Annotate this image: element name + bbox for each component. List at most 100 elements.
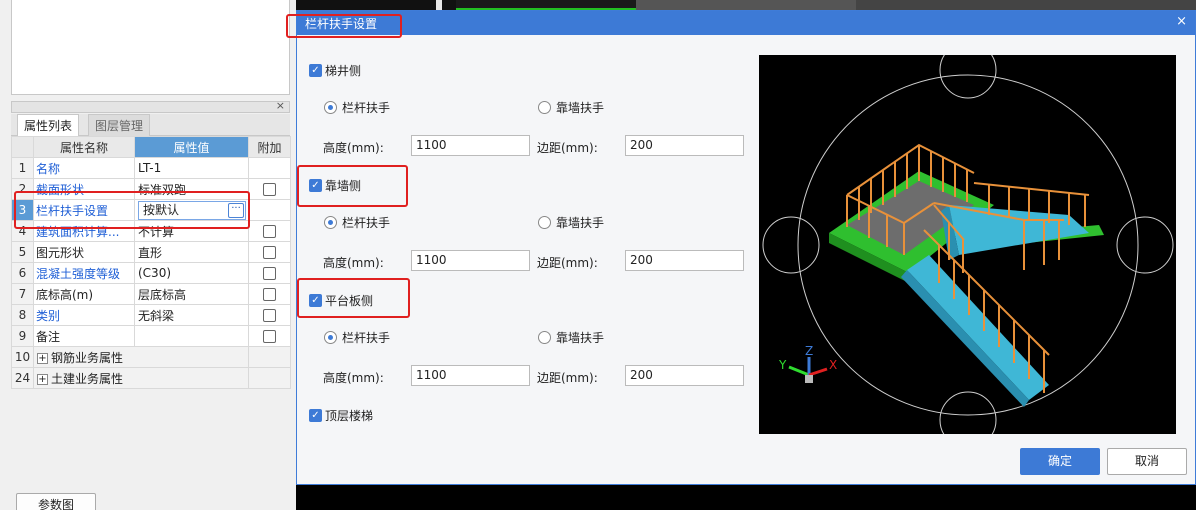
extra-cell (248, 283, 291, 305)
property-value[interactable]: LT-1 (134, 157, 249, 179)
checkbox-label: 靠墙侧 (325, 179, 362, 193)
group-label[interactable]: 钢筋业务属性 (51, 351, 123, 365)
extra-cell (248, 199, 291, 221)
table-row[interactable]: 5 图元形状 直形 (11, 241, 291, 263)
header-property-name[interactable]: 属性名称 (33, 136, 135, 158)
radio-unselected-icon (538, 216, 551, 229)
orbit-handle-left[interactable] (762, 216, 820, 274)
radio-unselected-icon (538, 101, 551, 114)
property-value[interactable]: 直形 (134, 241, 249, 263)
top-floor-stair-checkbox[interactable]: ✓ 顶层楼梯 (309, 407, 373, 424)
radio-label: 靠墙扶手 (556, 101, 605, 115)
stairwell-side-checkbox[interactable]: ✓ 梯井侧 (309, 62, 361, 79)
property-value[interactable]: 无斜梁 (134, 304, 249, 326)
table-header-row: 属性名称 属性值 附加 (11, 136, 291, 158)
more-options-button[interactable]: ··· (228, 202, 244, 218)
wall-wall-handrail-radio[interactable]: 靠墙扶手 (538, 214, 604, 231)
table-row[interactable]: 4 建筑面积计算... 不计算 (11, 220, 291, 242)
height-label: 高度(mm): (323, 371, 384, 385)
checkbox-label: 平台板侧 (325, 294, 374, 308)
extra-cell (248, 241, 291, 263)
extra-checkbox[interactable] (263, 330, 276, 343)
group-label[interactable]: 土建业务属性 (51, 372, 123, 386)
parameter-diagram-button[interactable]: 参数图 (16, 493, 96, 510)
extra-cell (248, 346, 291, 368)
extra-checkbox[interactable] (263, 288, 276, 301)
header-property-value[interactable]: 属性值 (134, 136, 249, 158)
viewport-background (296, 0, 1196, 10)
extra-checkbox[interactable] (263, 309, 276, 322)
wall-railing-radio[interactable]: 栏杆扶手 (324, 214, 390, 231)
radio-unselected-icon (538, 331, 551, 344)
property-name[interactable]: 截面形状 (33, 178, 135, 200)
axis-gizmo-icon: Y Z X (778, 344, 837, 383)
table-row[interactable]: 8 类别 无斜梁 (11, 304, 291, 326)
orbit-handle-bottom[interactable] (939, 391, 997, 449)
property-name[interactable]: 栏杆扶手设置 (33, 199, 135, 221)
property-value[interactable]: 层底标高 (134, 283, 249, 305)
ok-button[interactable]: 确定 (1020, 448, 1100, 475)
stairwell-railing-radio[interactable]: 栏杆扶手 (324, 99, 390, 116)
radio-label: 栏杆扶手 (342, 101, 391, 115)
property-name[interactable]: 建筑面积计算... (33, 220, 135, 242)
property-name[interactable]: 名称 (33, 157, 135, 179)
property-value[interactable]: (C30) (134, 262, 249, 284)
extra-checkbox[interactable] (263, 225, 276, 238)
checkbox-checked-icon: ✓ (309, 409, 322, 422)
table-row[interactable]: 7 底标高(m) 层底标高 (11, 283, 291, 305)
extra-cell (248, 367, 291, 389)
wall-margin-input[interactable]: 200 (625, 250, 744, 271)
header-extra[interactable]: 附加 (248, 136, 291, 158)
stair-3d-preview[interactable]: Y Z X (759, 41, 1176, 449)
property-name[interactable]: 混凝土强度等级 (33, 262, 135, 284)
drawing-list-area (11, 0, 290, 95)
extra-checkbox[interactable] (263, 267, 276, 280)
platform-railing-radio[interactable]: 栏杆扶手 (324, 329, 390, 346)
radio-selected-icon (324, 101, 337, 114)
table-group-row[interactable]: 10 + 钢筋业务属性 (11, 346, 291, 368)
orbit-handle-right[interactable] (1116, 216, 1174, 274)
extra-checkbox[interactable] (263, 246, 276, 259)
row-number: 4 (11, 220, 34, 242)
table-row[interactable]: 2 截面形状 标准双跑 (11, 178, 291, 200)
table-row[interactable]: 1 名称 LT-1 (11, 157, 291, 179)
property-name[interactable]: 图元形状 (33, 241, 135, 263)
table-row[interactable]: 6 混凝土强度等级 (C30) (11, 262, 291, 284)
stairwell-margin-input[interactable]: 200 (625, 135, 744, 156)
panel-close-icon[interactable]: × (276, 99, 285, 112)
property-name[interactable]: 备注 (33, 325, 135, 347)
wall-height-input[interactable]: 1100 (411, 250, 530, 271)
row-number: 5 (11, 241, 34, 263)
property-name[interactable]: 类别 (33, 304, 135, 326)
table-row-selected[interactable]: 3 栏杆扶手设置 按默认 ··· (11, 199, 291, 221)
platform-margin-input[interactable]: 200 (625, 365, 744, 386)
platform-side-checkbox[interactable]: ✓ 平台板侧 (309, 292, 373, 309)
row-number: 7 (11, 283, 34, 305)
table-row[interactable]: 9 备注 (11, 325, 291, 347)
extra-cell (248, 262, 291, 284)
railing-setting-field[interactable]: 按默认 ··· (138, 200, 246, 220)
tab-property-list[interactable]: 属性列表 (17, 114, 80, 136)
platform-wall-handrail-radio[interactable]: 靠墙扶手 (538, 329, 604, 346)
row-number: 10 (11, 346, 34, 368)
stairwell-wall-handrail-radio[interactable]: 靠墙扶手 (538, 99, 604, 116)
stairwell-height-input[interactable]: 1100 (411, 135, 530, 156)
property-value[interactable]: 标准双跑 (134, 178, 249, 200)
axis-z-label: Z (805, 344, 813, 358)
dialog-title: 栏杆扶手设置 (305, 17, 378, 31)
table-group-row[interactable]: 24 + 土建业务属性 (11, 367, 291, 389)
dialog-title-bar[interactable]: 栏杆扶手设置 × (297, 11, 1195, 35)
row-number: 1 (11, 157, 34, 179)
expand-icon[interactable]: + (37, 352, 48, 364)
expand-icon[interactable]: + (37, 373, 48, 385)
property-value[interactable]: 不计算 (134, 220, 249, 242)
platform-height-input[interactable]: 1100 (411, 365, 530, 386)
extra-checkbox[interactable] (263, 183, 276, 196)
cancel-button[interactable]: 取消 (1107, 448, 1187, 475)
property-value[interactable] (134, 325, 249, 347)
wall-side-checkbox[interactable]: ✓ 靠墙侧 (309, 177, 361, 194)
panel-header-strip: × (11, 99, 290, 113)
property-name[interactable]: 底标高(m) (33, 283, 135, 305)
close-icon[interactable]: × (1176, 14, 1187, 29)
tab-layer-manager[interactable]: 图层管理 (88, 114, 151, 136)
